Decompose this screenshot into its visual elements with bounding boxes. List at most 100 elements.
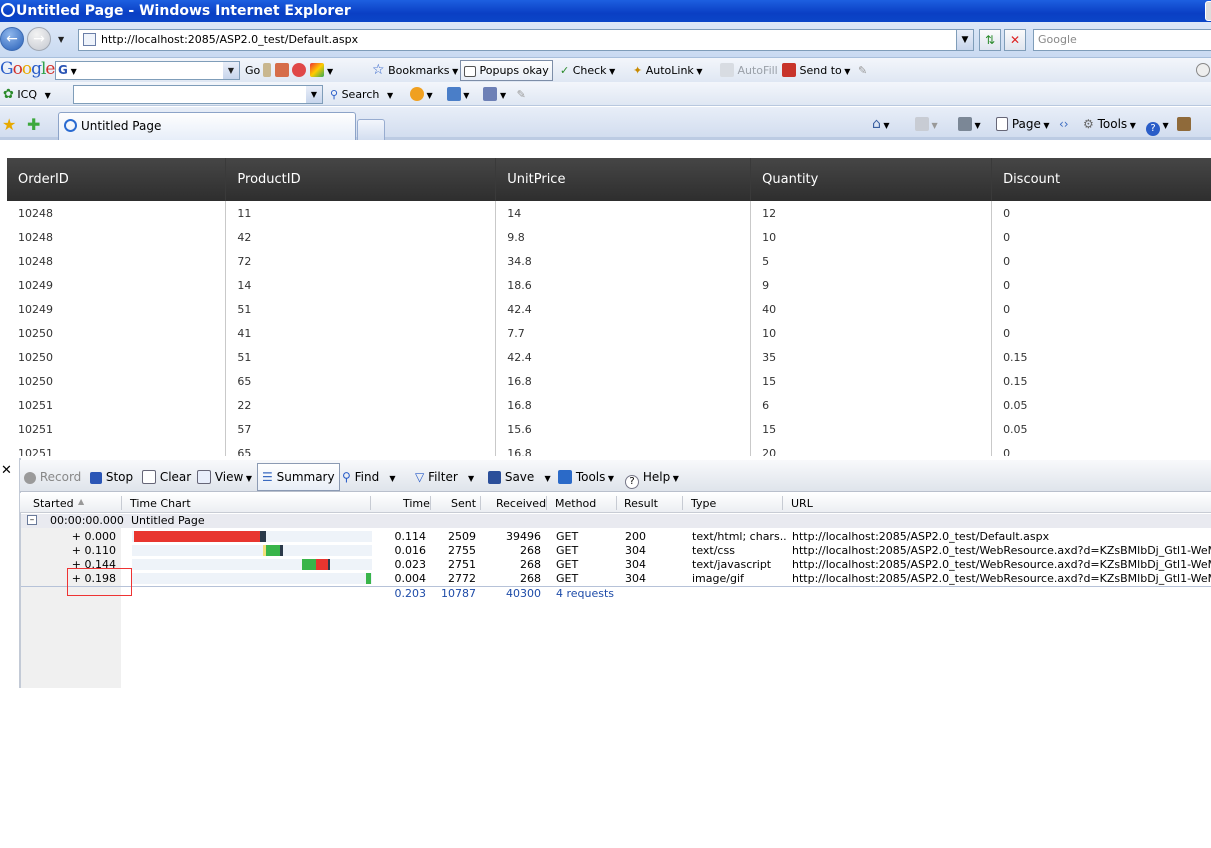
- nav-icon[interactable]: [263, 63, 271, 77]
- print-button[interactable]: ▼: [958, 116, 981, 133]
- mail-icon[interactable]: [446, 87, 461, 101]
- new-tab-button[interactable]: [357, 119, 385, 140]
- help-button[interactable]: ? ▼: [1146, 116, 1169, 136]
- table-cell: 0: [1003, 302, 1011, 316]
- apps-icon[interactable]: [309, 63, 324, 77]
- filter-button[interactable]: ▽ Filter ▼: [415, 469, 474, 486]
- group-label: Untitled Page: [131, 514, 205, 527]
- address-input[interactable]: http://localhost:2085/ASP2.0_test/Defaul…: [78, 29, 974, 51]
- chevron-down-icon[interactable]: ▼: [223, 62, 239, 79]
- request-row[interactable]: + 0.110 0.016 2755 268 GET 304 text/css http://…: [21, 544, 1211, 558]
- table-cell: 16.8: [495, 393, 752, 417]
- google-search-box[interactable]: G ▼ ▼: [55, 61, 240, 80]
- chevron-down-icon[interactable]: ▼: [327, 67, 333, 76]
- smiley-icon[interactable]: [410, 87, 424, 101]
- table-cell: 10248: [7, 225, 227, 249]
- tools-button[interactable]: Tools ▼: [558, 469, 614, 486]
- table-cell: 0: [1003, 446, 1011, 457]
- view-button[interactable]: View ▼: [197, 469, 252, 486]
- table-cell: 0: [1003, 254, 1011, 268]
- table-row: 10248 42 9.8 10 0: [7, 225, 1211, 249]
- request-url: http://localhost:2085/ASP2.0_test/Defaul…: [792, 530, 1050, 543]
- close-icon[interactable]: ✕: [1, 463, 12, 478]
- pagerank-icon[interactable]: [274, 63, 289, 77]
- refresh-button[interactable]: ⇅: [979, 29, 1001, 51]
- developer-icon[interactable]: ‹›: [1059, 116, 1069, 133]
- column-header[interactable]: Time Chart: [130, 497, 191, 510]
- send-to-button[interactable]: Send to ▼: [782, 62, 850, 79]
- back-button[interactable]: ←: [0, 27, 24, 51]
- request-row[interactable]: + 0.198 0.004 2772 268 GET 304 image/gif http:/…: [21, 572, 1211, 586]
- collapse-icon[interactable]: –: [27, 515, 37, 525]
- research-icon[interactable]: [1177, 116, 1191, 133]
- request-sent: 2751: [448, 558, 476, 571]
- autofill-label: AutoFill: [737, 64, 778, 77]
- find-button[interactable]: ⚲ Find ▼: [342, 469, 396, 486]
- gear-icon: ⚙: [1083, 117, 1094, 131]
- column-header[interactable]: Result: [624, 497, 658, 510]
- column-header: OrderID: [7, 158, 227, 201]
- tab-untitled-page[interactable]: Untitled Page: [58, 112, 356, 140]
- icq-search-button[interactable]: ⚲ Search ▼: [330, 86, 393, 103]
- analyzer-toolbar: Record Stop Clear View ▼ ☰ Summary ⚲ Fin…: [20, 460, 1211, 492]
- request-url: http://localhost:2085/ASP2.0_test/WebRes…: [792, 558, 1211, 571]
- request-row[interactable]: + 0.000 0.114 2509 39496 GET 200 text/html; ch…: [21, 530, 1211, 544]
- record-button[interactable]: Record: [24, 469, 81, 486]
- window-close-button[interactable]: [1205, 1, 1211, 21]
- favorites-star-icon[interactable]: ★: [2, 115, 16, 134]
- table-cell: 0.05: [1003, 422, 1028, 436]
- popups-label: Popups okay: [479, 64, 549, 77]
- column-header[interactable]: URL: [791, 497, 813, 510]
- forward-button[interactable]: →: [27, 27, 51, 51]
- summary-button[interactable]: ☰ Summary: [257, 463, 340, 491]
- page-menu-button[interactable]: Page ▼: [996, 116, 1050, 133]
- table-header-row: OrderID ProductID UnitPrice Quantity Dis…: [7, 158, 1211, 201]
- table-cell: 65: [225, 369, 497, 393]
- address-dropdown-button[interactable]: ▼: [956, 29, 974, 51]
- settings-icon[interactable]: [1196, 62, 1210, 79]
- icq-button[interactable]: ✿ ICQ ▼: [3, 86, 51, 103]
- clear-button[interactable]: Clear: [142, 469, 191, 486]
- help-button[interactable]: ? Help ▼: [625, 469, 679, 489]
- page-icon: [996, 117, 1008, 131]
- save-button[interactable]: Save ▼: [488, 469, 551, 486]
- table-cell: 10251: [7, 417, 227, 441]
- chevron-down-icon[interactable]: ▼: [306, 86, 322, 103]
- popups-button[interactable]: Popups okay: [460, 60, 553, 81]
- tools-menu-button[interactable]: ⚙ Tools ▼: [1083, 116, 1136, 133]
- autolink-button[interactable]: ✦ AutoLink ▼: [633, 62, 703, 79]
- spellcheck-button[interactable]: ✓ Check ▼: [560, 62, 615, 79]
- history-dropdown-icon[interactable]: ▼: [58, 35, 64, 44]
- game-icon[interactable]: [483, 87, 498, 101]
- icq-tools-group[interactable]: ▼ ▼ ▼ ✎: [410, 86, 526, 103]
- table-cell: 16.8: [495, 369, 752, 393]
- order-details-table: OrderID ProductID UnitPrice Quantity Dis…: [7, 158, 1211, 456]
- column-header[interactable]: Sent: [451, 497, 476, 510]
- stop-button[interactable]: ✕: [1004, 29, 1026, 51]
- stop-capture-button[interactable]: Stop: [90, 469, 133, 486]
- home-button[interactable]: ⌂ ▼: [872, 116, 890, 133]
- column-header[interactable]: Time: [403, 497, 430, 510]
- pencil-icon[interactable]: ✎: [858, 62, 867, 79]
- news-icon[interactable]: [292, 63, 306, 77]
- request-started: + 0.000: [71, 530, 116, 543]
- go-button[interactable]: Go: [245, 62, 260, 79]
- table-row: 10251 22 16.8 6 0.05: [7, 393, 1211, 417]
- pencil-icon[interactable]: ✎: [517, 88, 526, 101]
- column-header[interactable]: Method: [555, 497, 596, 510]
- column-header[interactable]: Type: [691, 497, 716, 510]
- search-input[interactable]: Google: [1033, 29, 1211, 51]
- toolbar-icons-group[interactable]: ▼: [263, 62, 333, 79]
- google-toolbar: Google G ▼ ▼ Go ▼ ☆ Bookmarks ▼ Popups o…: [0, 58, 1211, 82]
- add-favorites-icon[interactable]: ✚: [27, 115, 40, 134]
- page-label: Page: [1011, 117, 1041, 131]
- column-header[interactable]: Started: [33, 497, 74, 510]
- feeds-button[interactable]: ▼: [915, 116, 938, 133]
- autofill-button[interactable]: AutoFill: [720, 62, 778, 79]
- column-header[interactable]: Received: [496, 497, 546, 510]
- bookmarks-button[interactable]: ☆ Bookmarks ▼: [372, 62, 458, 79]
- page-group-row[interactable]: – 00:00:00.000 Untitled Page: [21, 514, 1211, 528]
- icq-search-box[interactable]: ▼: [73, 85, 323, 104]
- request-row[interactable]: + 0.144 0.023 2751 268 GET 304 text/javascript…: [21, 558, 1211, 572]
- window-titlebar: Untitled Page - Windows Internet Explore…: [0, 0, 1211, 22]
